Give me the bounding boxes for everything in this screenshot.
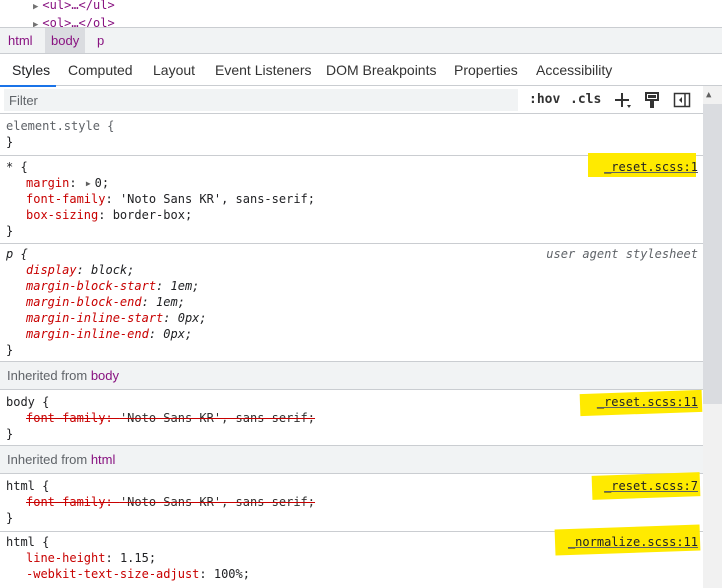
tab-accessibility[interactable]: Accessibility <box>536 54 612 86</box>
prop-font-family[interactable]: font-family: 'Noto Sans KR', sans-serif; <box>26 191 315 207</box>
prop-name[interactable]: margin <box>26 176 69 190</box>
dom-node-label: <ol>…</ol> <box>42 16 115 27</box>
cls-button[interactable]: .cls <box>570 90 601 110</box>
source-link[interactable]: _reset.scss:7 <box>604 478 698 494</box>
rule-p-user-agent: p { user agent stylesheet display: block… <box>0 244 703 362</box>
sidebar-toggle-icon[interactable] <box>672 90 692 110</box>
rule-selector[interactable]: html { <box>6 478 49 494</box>
inherited-element-link[interactable]: html <box>91 452 116 467</box>
dom-tree-peek: ▶ <ul>…</ul> ▶ <ol>…</ol> <box>0 0 722 27</box>
prop-name: display <box>26 263 77 277</box>
prop-name: margin-block-start <box>26 279 157 293</box>
prop-margin-inline-end: margin-inline-end: 0px; <box>26 327 193 341</box>
tab-layout[interactable]: Layout <box>153 54 195 86</box>
inherited-label-text: Inherited from <box>7 368 88 383</box>
rule-element-style: element.style { } <box>0 114 703 156</box>
prop-name: margin-inline-start <box>26 311 164 325</box>
prop-margin-block-end: margin-block-end: 1em; <box>26 295 185 309</box>
inherited-label: Inherited from body <box>7 368 119 383</box>
tab-dom-breakpoints[interactable]: DOM Breakpoints <box>326 54 436 86</box>
prop-name[interactable]: font-family <box>26 192 105 206</box>
breadcrumb: html body p <box>0 27 722 54</box>
scrollbar-thumb[interactable] <box>703 104 722 404</box>
rule-close-brace: } <box>6 343 14 357</box>
breadcrumb-p[interactable]: p <box>91 28 110 53</box>
prop-name[interactable]: box-sizing <box>26 208 98 222</box>
prop-margin-inline-start: margin-inline-start: 0px; <box>26 311 207 325</box>
prop-value[interactable]: 0; <box>95 176 109 190</box>
prop-font-family-overridden[interactable]: font-family: 'Noto Sans KR', sans-serif; <box>26 410 315 426</box>
expand-triangle-icon[interactable]: ▶ <box>86 176 91 192</box>
prop-margin-block-start: margin-block-start: 1em; <box>26 279 200 293</box>
styles-pane: element.style { } * { _reset.scss:1 marg… <box>0 114 703 588</box>
rule-selector[interactable]: html { <box>6 534 49 550</box>
user-agent-source: user agent stylesheet <box>546 247 698 261</box>
prop-name[interactable]: -webkit-text-size-adjust <box>26 567 199 581</box>
source-link[interactable]: _reset.scss:11 <box>597 394 698 410</box>
dom-node-ol[interactable]: ▶ <ol>…</ol> <box>33 16 115 27</box>
prop-name: margin-inline-end <box>26 327 149 341</box>
prop-value: 1em; <box>170 279 200 293</box>
prop-value[interactable]: 1.15; <box>120 551 156 565</box>
tab-computed[interactable]: Computed <box>68 54 133 86</box>
prop-webkit-text-size-adjust[interactable]: -webkit-text-size-adjust: 100%; <box>26 566 250 582</box>
prop-value[interactable]: border-box; <box>113 208 192 222</box>
rule-close-brace: } <box>6 511 14 525</box>
prop-value[interactable]: 'Noto Sans KR', sans-serif; <box>120 495 315 509</box>
rule-close-brace: } <box>6 135 14 149</box>
sidebar-tabs: Styles Computed Layout Event Listeners D… <box>0 54 722 86</box>
inherited-label: Inherited from html <box>7 452 115 467</box>
inherited-label-text: Inherited from <box>7 452 88 467</box>
plus-icon[interactable] <box>612 90 632 110</box>
rule-selector[interactable]: * { <box>6 159 28 175</box>
prop-name[interactable]: font-family <box>26 411 105 425</box>
rule-close-brace: } <box>6 224 14 238</box>
breadcrumb-body[interactable]: body <box>45 28 86 53</box>
prop-box-sizing[interactable]: box-sizing: border-box; <box>26 207 192 223</box>
filter-input[interactable] <box>4 89 518 111</box>
dom-node-label: <ul>…</ul> <box>42 0 115 12</box>
prop-font-family-overridden[interactable]: font-family: 'Noto Sans KR', sans-serif; <box>26 494 315 510</box>
element-style-selector[interactable]: element.style { <box>6 118 114 134</box>
inherited-from-html-header: Inherited from html <box>0 446 703 474</box>
rule-selector[interactable]: p { <box>6 246 28 262</box>
rule-html-normalize: html { _normalize.scss:11 line-height: 1… <box>0 524 703 588</box>
prop-name: margin-block-end <box>26 295 142 309</box>
source-link[interactable]: _reset.scss:1 <box>604 159 698 175</box>
hov-button[interactable]: :hov <box>529 90 560 110</box>
source-link[interactable]: _normalize.scss:11 <box>568 534 698 550</box>
expand-triangle-icon[interactable]: ▶ <box>33 2 38 12</box>
rule-html-reset: html { _reset.scss:7 font-family: 'Noto … <box>0 472 703 532</box>
prop-value: 0px; <box>163 327 193 341</box>
prop-name[interactable]: line-height <box>26 551 105 565</box>
inherited-from-body-header: Inherited from body <box>0 362 703 390</box>
inherited-element-link[interactable]: body <box>91 368 119 383</box>
prop-value: 0px; <box>177 311 207 325</box>
prop-value[interactable]: 100%; <box>214 567 250 581</box>
prop-value[interactable]: 'Noto Sans KR', sans-serif; <box>120 192 315 206</box>
prop-value[interactable]: 'Noto Sans KR', sans-serif; <box>120 411 315 425</box>
rule-universal: * { _reset.scss:1 margin: ▶ 0; font-famil… <box>0 153 703 244</box>
scroll-up-icon[interactable]: ▲ <box>706 90 711 100</box>
tab-properties[interactable]: Properties <box>454 54 518 86</box>
tab-styles[interactable]: Styles <box>12 54 50 86</box>
prop-name[interactable]: font-family <box>26 495 105 509</box>
rule-body: body { _reset.scss:11 font-family: 'Noto… <box>0 389 703 446</box>
rule-selector[interactable]: body { <box>6 394 49 410</box>
prop-value: 1em; <box>156 295 185 309</box>
filter-toolbar: :hov .cls <box>0 86 722 114</box>
prop-display: display: block; <box>26 263 135 277</box>
prop-margin[interactable]: margin: ▶ 0; <box>26 175 109 191</box>
breadcrumb-html[interactable]: html <box>2 28 39 53</box>
prop-line-height[interactable]: line-height: 1.15; <box>26 550 156 566</box>
paint-icon[interactable] <box>642 90 662 110</box>
expand-triangle-icon[interactable]: ▶ <box>33 20 38 27</box>
rule-close-brace: } <box>6 427 14 441</box>
tab-event-listeners[interactable]: Event Listeners <box>215 54 312 86</box>
prop-value: block; <box>91 263 135 277</box>
dom-node-ul[interactable]: ▶ <ul>…</ul> <box>33 0 115 12</box>
